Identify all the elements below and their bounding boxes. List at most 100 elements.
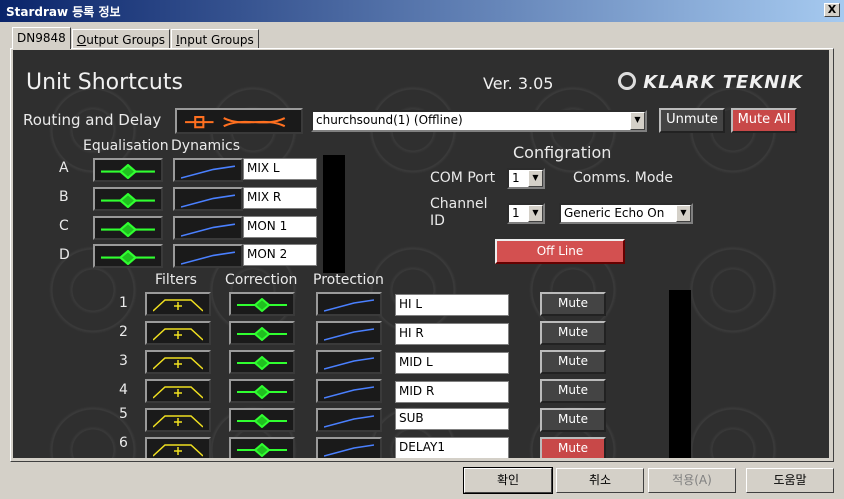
output-name-field[interactable]: HI L	[395, 294, 509, 316]
help-button[interactable]: 도움말	[746, 468, 834, 493]
channel-id-value: 1	[512, 206, 520, 220]
input-letter: D	[59, 247, 70, 263]
tab-input-groups[interactable]: Input Groups	[171, 29, 259, 49]
output-name-field[interactable]: MID L	[395, 352, 509, 374]
eq-icon	[237, 385, 287, 399]
input-name-field[interactable]: MON 1	[243, 216, 317, 238]
version-label: Ver. 3.05	[483, 74, 554, 93]
dynamics-column-header: Dynamics	[171, 138, 241, 154]
dynamics-icon	[181, 165, 235, 179]
tab-dn9848[interactable]: DN9848	[12, 27, 71, 49]
output-name-field[interactable]: SUB	[395, 408, 509, 430]
input-name-field[interactable]: MIX R	[243, 187, 317, 209]
chevron-down-icon: ▼	[676, 205, 691, 222]
dynamics-button[interactable]	[173, 216, 243, 240]
filter-icon	[153, 357, 203, 370]
input-name-field[interactable]: MIX L	[243, 158, 317, 180]
filter-button[interactable]	[145, 292, 211, 316]
tab-output-groups[interactable]: Output Groups	[71, 29, 171, 49]
apply-button[interactable]: 적용(A)	[648, 468, 736, 493]
protection-icon	[324, 415, 374, 428]
filter-icon	[153, 299, 203, 312]
window-title: Stardraw 등록 정보	[6, 5, 121, 19]
unmute-button[interactable]: Unmute	[659, 108, 725, 133]
channel-label: Channel	[430, 196, 488, 212]
routing-icon	[185, 116, 286, 129]
correction-button[interactable]	[229, 292, 295, 316]
dynamics-icon	[181, 194, 235, 208]
close-button[interactable]: X	[824, 3, 840, 17]
eq-button[interactable]	[93, 158, 163, 182]
output-mute-button[interactable]: Mute	[540, 292, 606, 316]
mute-all-button[interactable]: Mute All	[731, 108, 797, 133]
input-name-field[interactable]: MON 2	[243, 244, 317, 266]
eq-button[interactable]	[93, 187, 163, 211]
output-number: 6	[119, 435, 128, 451]
filter-button[interactable]	[145, 437, 211, 458]
output-mute-button[interactable]: Mute	[540, 379, 606, 403]
filter-button[interactable]	[145, 350, 211, 374]
filter-icon	[153, 444, 203, 457]
correction-button[interactable]	[229, 408, 295, 432]
ok-button[interactable]: 확인	[463, 467, 553, 494]
device-select[interactable]: churchsound(1) (Offline) ▼	[311, 110, 647, 132]
tab-output-groups-accel: O	[76, 33, 87, 47]
output-mute-button[interactable]: Mute	[540, 437, 606, 458]
dynamics-button[interactable]	[173, 244, 243, 268]
filter-icon	[153, 386, 203, 399]
comms-mode-select[interactable]: Generic Echo On ▼	[559, 203, 693, 224]
output-name-field[interactable]: HI R	[395, 323, 509, 345]
tab-output-groups-label: utput Groups	[86, 33, 166, 47]
output-name-field[interactable]: MID R	[395, 381, 509, 403]
correction-button[interactable]	[229, 379, 295, 403]
protection-column-header: Protection	[313, 272, 384, 288]
eq-icon	[101, 222, 155, 238]
brand-icon	[618, 72, 636, 90]
dynamics-icon	[181, 223, 235, 237]
output-number: 3	[119, 353, 128, 369]
output-mute-button[interactable]: Mute	[540, 408, 606, 432]
com-port-select[interactable]: 1 ▼	[507, 168, 545, 189]
protection-button[interactable]	[316, 437, 382, 458]
dynamics-button[interactable]	[173, 187, 243, 211]
correction-button[interactable]	[229, 350, 295, 374]
eq-icon	[237, 327, 287, 341]
output-mute-button[interactable]: Mute	[540, 321, 606, 345]
protection-icon	[324, 328, 374, 341]
dynamics-button[interactable]	[173, 158, 243, 182]
filter-button[interactable]	[145, 379, 211, 403]
routing-button[interactable]	[175, 108, 303, 134]
comms-mode-label: Comms. Mode	[573, 170, 673, 186]
offline-status-button[interactable]: Off Line	[495, 239, 625, 264]
protection-icon	[324, 444, 374, 457]
correction-button[interactable]	[229, 321, 295, 345]
input-meter	[323, 155, 345, 273]
com-port-label: COM Port	[430, 170, 496, 186]
output-number: 5	[119, 406, 128, 422]
output-mute-button[interactable]: Mute	[540, 350, 606, 374]
dynamics-icon	[181, 251, 235, 265]
protection-button[interactable]	[316, 292, 382, 316]
chevron-down-icon: ▼	[528, 205, 543, 222]
output-name-field[interactable]: DELAY1	[395, 437, 509, 458]
cancel-button[interactable]: 취소	[556, 468, 644, 493]
protection-button[interactable]	[316, 350, 382, 374]
protection-button[interactable]	[316, 408, 382, 432]
eq-button[interactable]	[93, 216, 163, 240]
filters-column-header: Filters	[155, 272, 197, 288]
tab-input-groups-label: nput Groups	[179, 33, 254, 47]
protection-icon	[324, 299, 374, 312]
channel-id-select[interactable]: 1 ▼	[507, 203, 545, 224]
filter-button[interactable]	[145, 408, 211, 432]
eq-icon	[101, 164, 155, 180]
protection-icon	[324, 386, 374, 399]
correction-button[interactable]	[229, 437, 295, 458]
device-select-value: churchsound(1) (Offline)	[316, 113, 463, 127]
protection-button[interactable]	[316, 321, 382, 345]
correction-column-header: Correction	[225, 272, 298, 288]
filter-button[interactable]	[145, 321, 211, 345]
eq-button[interactable]	[93, 244, 163, 268]
chevron-down-icon: ▼	[630, 112, 645, 130]
protection-button[interactable]	[316, 379, 382, 403]
output-meter	[669, 290, 691, 458]
